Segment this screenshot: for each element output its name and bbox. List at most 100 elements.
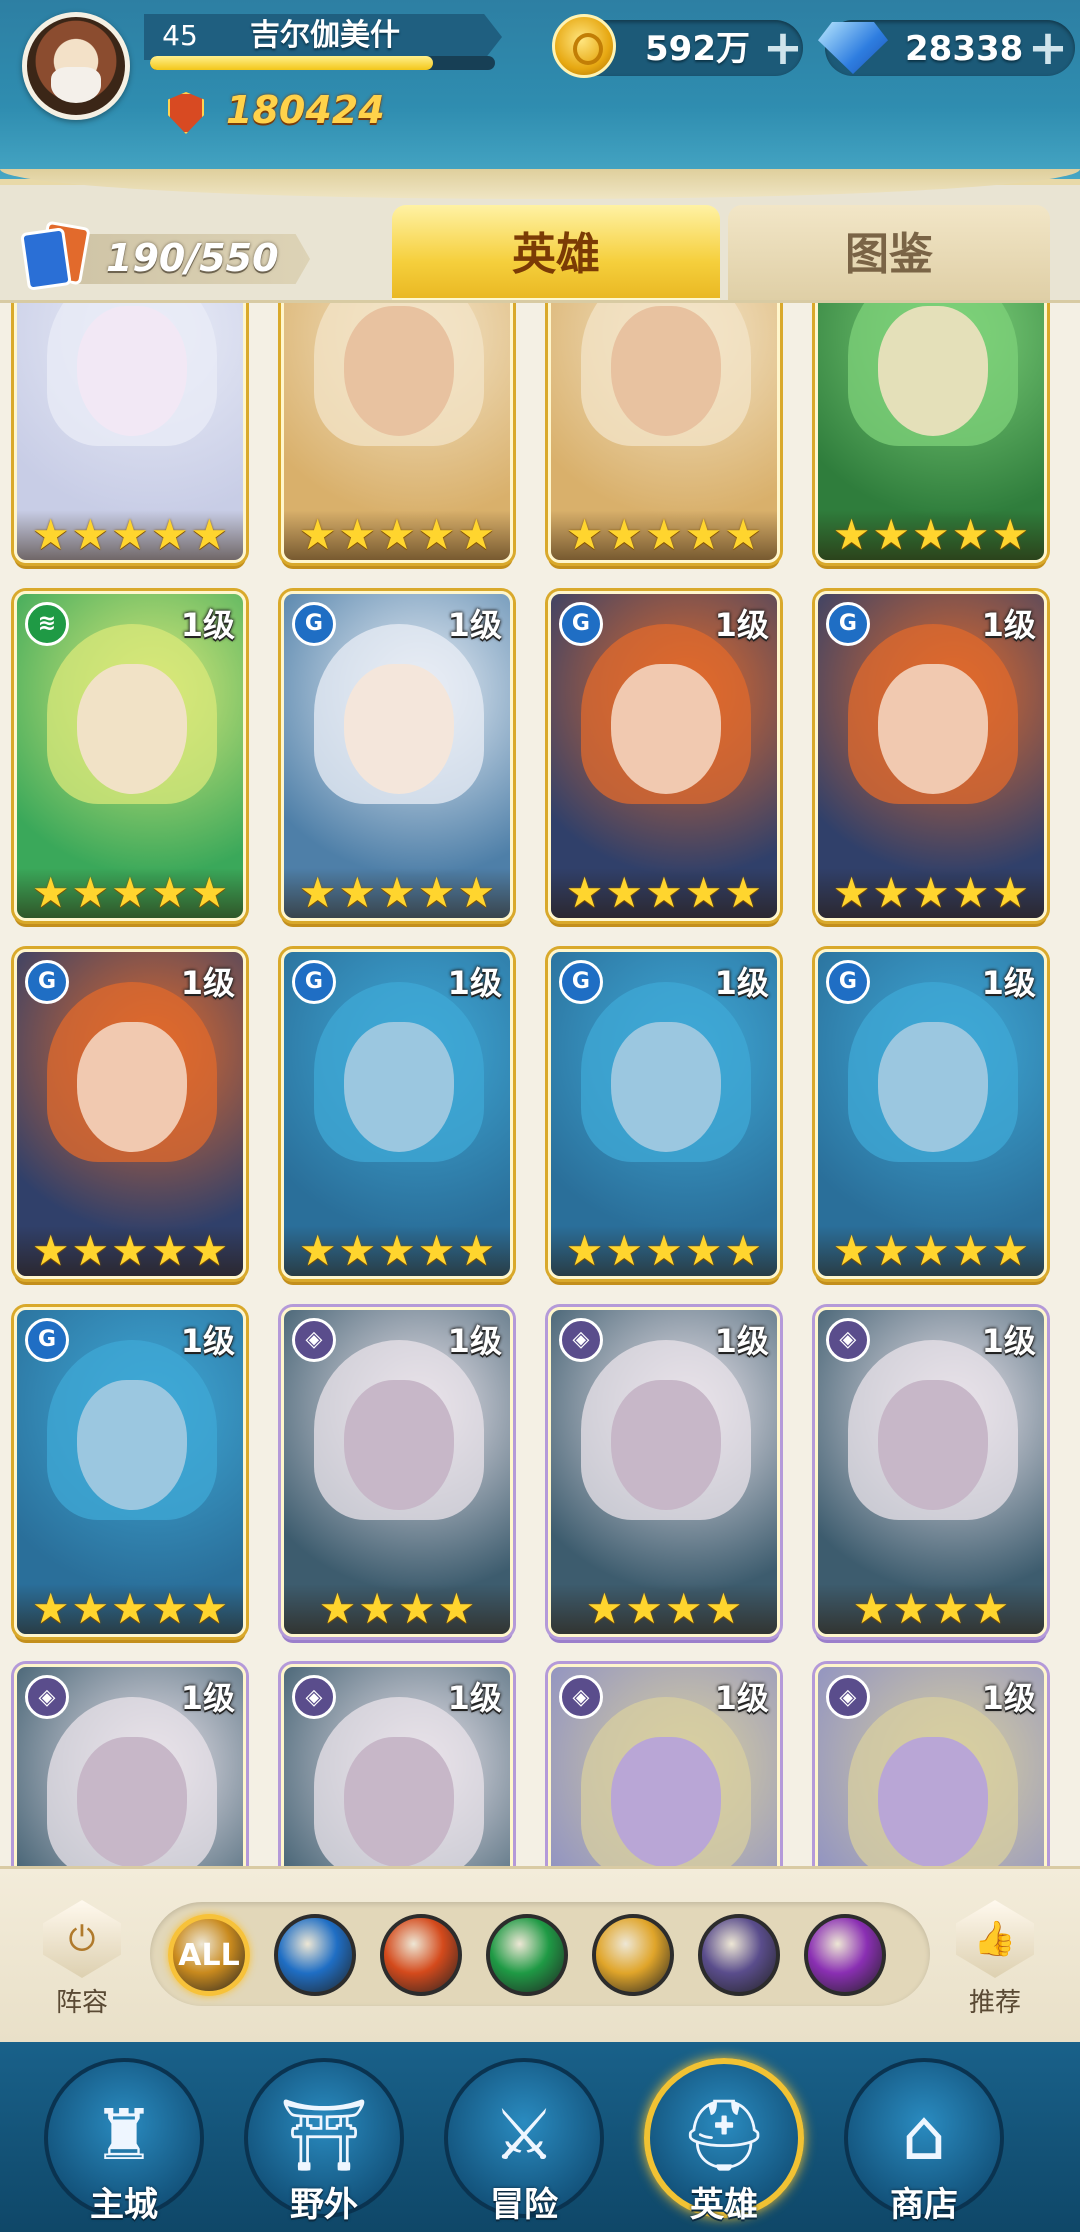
star-icon: ★ [397, 1583, 436, 1633]
star-icon: ★ [378, 1225, 416, 1275]
star-icon: ★ [298, 510, 337, 559]
hero-card[interactable]: ≋ 1级 ★★★★★ [14, 590, 246, 921]
nav-label: 商店 [890, 2185, 958, 2225]
element-dark-icon: ◈ [825, 1317, 870, 1362]
knight-helmet-icon: ⛑ [679, 2094, 769, 2176]
sword-icon: ⚔ [492, 2094, 556, 2176]
thumbs-up-icon: 👍 [956, 1900, 1034, 1978]
star-icon: ★ [565, 867, 604, 917]
star-rating: ★ ★ ★ ★ ★ [17, 1225, 243, 1276]
hero-level: 1级 [714, 1679, 769, 1718]
hero-card[interactable]: ✦ 1级 ★★★★★ [547, 303, 780, 563]
hero-face [343, 1737, 454, 1866]
hero-level: 1级 [180, 1679, 235, 1718]
hero-level: 1级 [981, 605, 1036, 644]
hero-face [877, 1021, 988, 1152]
filter-fire-button[interactable] [380, 1914, 462, 1996]
hero-level: 1级 [180, 1321, 235, 1360]
hero-card[interactable]: G 1级 ★ ★ ★ ★ ★ [14, 948, 246, 1279]
recommend-label: 推荐 [968, 1988, 1021, 2018]
gem-amount: 28338 [905, 29, 1024, 69]
add-gold-button[interactable]: + [760, 24, 806, 72]
hero-face [343, 663, 454, 794]
xp-bar [150, 56, 495, 70]
player-avatar[interactable] [22, 12, 130, 120]
hero-card[interactable]: ◈ 1级 ★★★★ [814, 1306, 1047, 1637]
filter-light-button[interactable] [592, 1914, 674, 1996]
hero-face [343, 1021, 454, 1152]
tab-codex[interactable]: 图鉴 [728, 205, 1050, 300]
star-icon: ★ [31, 1583, 70, 1633]
nav-sword-button[interactable]: ⚔ 冒险 [424, 2050, 624, 2232]
star-rating: ★ ★ ★ ★ ★ [17, 1583, 243, 1634]
hero-card[interactable]: ✦ 1级 ★★★★★ [14, 303, 246, 563]
element-water-icon: G [291, 601, 336, 646]
star-rating: ★ ★ ★ ★ ★ [283, 510, 510, 560]
hero-level: 1级 [447, 605, 502, 644]
element-dark-icon: ◈ [825, 1675, 870, 1720]
star-icon: ★ [872, 867, 911, 917]
hero-card[interactable]: G 1级 ★ ★ ★ ★ ★ [547, 590, 780, 921]
hero-card[interactable]: ◈ 1级 ★★★★ [547, 1664, 780, 1866]
hero-card[interactable]: ✦ 1级 ★★★★★ [280, 303, 513, 563]
star-icon: ★ [645, 867, 683, 917]
hero-card[interactable]: ◈ 1级 ★★★★ [280, 1306, 513, 1637]
add-gems-button[interactable]: + [1025, 24, 1071, 72]
hero-level: 1级 [180, 963, 235, 1002]
gold-amount: 592万 [645, 29, 750, 69]
star-icon: ★ [872, 1225, 911, 1275]
star-icon: ★ [190, 867, 229, 917]
star-icon: ★ [892, 1583, 930, 1633]
star-icon: ★ [951, 510, 990, 559]
star-icon: ★ [417, 867, 456, 917]
lineup-label: 阵容 [55, 1988, 108, 2018]
tab-heroes[interactable]: 英雄 [392, 205, 720, 318]
hero-face [77, 1021, 187, 1152]
star-rating: ★ ★ ★ ★ ★ [817, 510, 1044, 560]
nav-castle-button[interactable]: ♜ 主城 [24, 2050, 224, 2232]
star-icon: ★ [585, 1583, 624, 1633]
hero-card[interactable]: ◈ 1级 ★★★★ [547, 1306, 780, 1637]
castle-icon: ♜ [92, 2094, 156, 2176]
gold-coin-icon [552, 14, 616, 78]
nav-label: 英雄 [690, 2185, 758, 2225]
recommend-button[interactable]: 👍 推荐 [945, 1900, 1045, 2020]
hero-card[interactable]: ◈ 1级 ★★★★ [280, 1664, 513, 1866]
hero-face [343, 1379, 454, 1510]
hero-level: 1级 [180, 605, 235, 644]
star-icon: ★ [457, 510, 496, 559]
hero-card[interactable]: ≋ 1级 ★★★★★ [814, 303, 1047, 563]
filter-dark-button[interactable] [698, 1914, 780, 1996]
hero-card[interactable]: G 1级 ★ ★ ★ ★ ★ [280, 948, 513, 1279]
filter-nature-button[interactable] [486, 1914, 568, 1996]
hero-card[interactable]: ◈ 1级 ★★★★ [814, 1664, 1047, 1866]
hero-face [610, 306, 721, 436]
star-icon: ★ [565, 510, 604, 559]
star-rating: ★ ★ ★ ★ ★ [817, 867, 1044, 918]
hero-card[interactable]: G 1级 ★ ★ ★ ★ ★ [280, 590, 513, 921]
nav-shop-button[interactable]: ⌂ 商店 [824, 2050, 1024, 2232]
star-icon: ★ [684, 1225, 723, 1275]
star-icon: ★ [991, 1225, 1030, 1275]
nav-portal-button[interactable]: ⛩ 野外 [224, 2050, 424, 2232]
star-rating: ★ ★ ★ ★ [817, 1583, 1044, 1634]
hero-card[interactable]: ◈ 1级 ★★★★ [14, 1664, 246, 1866]
hero-card[interactable]: G 1级 ★ ★ ★ ★ ★ [547, 948, 780, 1279]
element-water-icon: G [25, 1317, 69, 1362]
filter-water-button[interactable] [274, 1914, 356, 1996]
star-icon: ★ [605, 1225, 644, 1275]
hero-card[interactable]: G 1级 ★ ★ ★ ★ ★ [814, 590, 1047, 921]
lineup-button[interactable]: ⏻ 阵容 [32, 1900, 132, 2020]
star-icon: ★ [190, 510, 229, 559]
hero-grid-viewport[interactable]: ✦ 1级 ★★★★★ ✦ 1级 ★★★★★ ✦ 1级 ★★★★★ ≋ 1级 ★★… [0, 300, 1080, 1866]
hero-face [77, 1379, 187, 1510]
hero-card[interactable]: G 1级 ★ ★ ★ ★ ★ [814, 948, 1047, 1279]
nav-knight-helmet-button[interactable]: ⛑ 英雄 [624, 2050, 824, 2232]
star-icon: ★ [338, 1225, 377, 1275]
filter-chaos-button[interactable] [804, 1914, 886, 1996]
hero-card[interactable]: G 1级 ★ ★ ★ ★ ★ [14, 1306, 246, 1637]
star-icon: ★ [832, 867, 871, 917]
filter-all-button[interactable]: ALL [168, 1914, 250, 1996]
hero-face [610, 1021, 721, 1152]
star-icon: ★ [724, 867, 763, 917]
